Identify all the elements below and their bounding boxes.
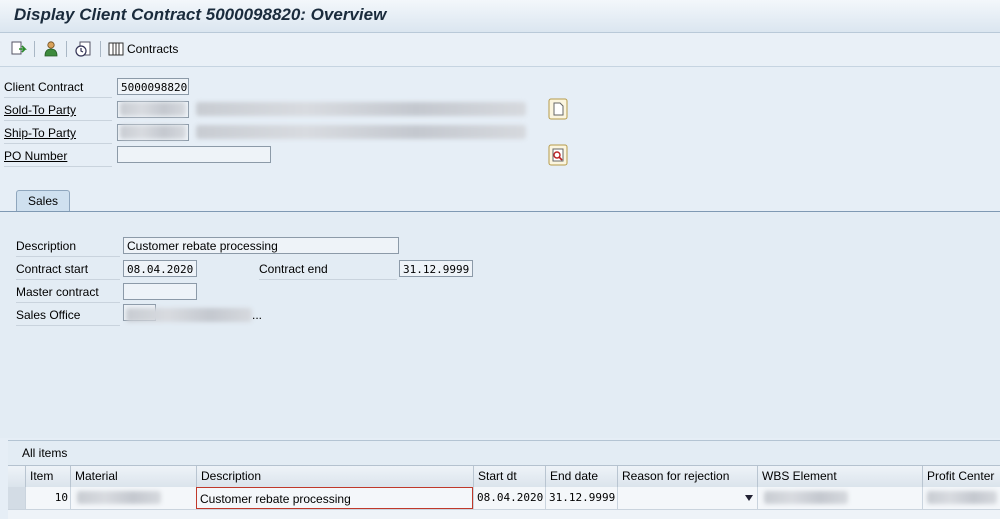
po-details-button[interactable] xyxy=(548,144,568,166)
tab-sales[interactable]: Sales xyxy=(16,190,70,212)
master-contract-label: Master contract xyxy=(16,282,120,303)
table-row[interactable]: 10 Customer rebate processing 08.04.2020… xyxy=(8,487,1000,510)
cell-profit-center[interactable] xyxy=(922,487,1000,509)
col-reason-for-rejection[interactable]: Reason for rejection xyxy=(617,466,757,487)
description-field[interactable]: Customer rebate processing xyxy=(123,237,399,254)
ship-to-party-label[interactable]: Ship-To Party xyxy=(4,123,112,144)
items-table-header: Item Material Description Start dt End d… xyxy=(8,465,1000,488)
col-start-date[interactable]: Start dt xyxy=(473,466,545,487)
redacted-sold-to-id xyxy=(120,102,186,116)
document-switch-icon xyxy=(11,41,27,55)
dropdown-arrow-icon[interactable] xyxy=(745,495,753,501)
other-document-button[interactable] xyxy=(9,39,27,59)
contract-start-label: Contract start xyxy=(16,259,120,280)
col-end-date[interactable]: End date xyxy=(545,466,617,487)
application-toolbar: Contracts xyxy=(0,33,1000,67)
cell-reason-for-rejection[interactable] xyxy=(617,487,757,509)
cell-item[interactable]: 10 xyxy=(25,487,70,509)
page-title: Display Client Contract 5000098820: Over… xyxy=(14,5,387,24)
items-table: All items Item Material Description Star… xyxy=(8,440,1000,519)
col-description[interactable]: Description xyxy=(196,466,473,487)
toolbar-separator xyxy=(34,41,35,57)
toolbar-separator xyxy=(100,41,101,57)
sold-to-details-button[interactable] xyxy=(548,98,568,120)
sold-to-party-label[interactable]: Sold-To Party xyxy=(4,100,112,121)
client-contract-field[interactable]: 5000098820 xyxy=(117,78,189,95)
tab-strip: Sales xyxy=(0,190,1000,212)
po-number-label[interactable]: PO Number xyxy=(4,146,112,167)
client-contract-label: Client Contract xyxy=(4,77,112,98)
cell-description[interactable]: Customer rebate processing xyxy=(196,487,473,509)
redacted-sales-office xyxy=(126,308,252,322)
document-icon xyxy=(548,98,568,120)
redacted-sold-to-name xyxy=(196,102,526,116)
description-label: Description xyxy=(16,236,120,257)
contract-end-field[interactable]: 31.12.9999 xyxy=(399,260,473,277)
table-icon xyxy=(108,42,124,56)
items-table-title: All items xyxy=(22,446,68,460)
contract-end-label: Contract end xyxy=(259,259,397,280)
partner-button[interactable] xyxy=(42,39,60,59)
cell-end-date[interactable]: 31.12.9999 xyxy=(545,487,617,509)
col-profit-center[interactable]: Profit Center xyxy=(922,466,1000,487)
sales-office-label: Sales Office xyxy=(16,305,120,326)
clock-document-icon xyxy=(75,41,91,57)
cell-material[interactable] xyxy=(70,487,196,509)
contracts-button[interactable]: Contracts xyxy=(108,39,178,59)
row-selector-header[interactable] xyxy=(8,466,25,487)
contracts-label: Contracts xyxy=(127,42,179,56)
redacted-ship-to-id xyxy=(120,125,186,139)
title-bar: Display Client Contract 5000098820: Over… xyxy=(0,0,1000,33)
person-icon xyxy=(44,41,58,57)
row-selector[interactable] xyxy=(8,487,25,509)
sales-panel: Description Customer rebate processing C… xyxy=(0,212,1000,438)
contract-start-field[interactable]: 08.04.2020 xyxy=(123,260,197,277)
cell-start-date[interactable]: 08.04.2020 xyxy=(473,487,545,509)
magnifier-document-icon xyxy=(548,144,568,166)
col-item[interactable]: Item xyxy=(25,466,70,487)
toolbar-separator xyxy=(66,41,67,57)
redacted-profit-center xyxy=(927,491,997,504)
redacted-wbs xyxy=(764,491,848,504)
col-material[interactable]: Material xyxy=(70,466,196,487)
master-contract-field[interactable] xyxy=(123,283,197,300)
cell-wbs-element[interactable] xyxy=(757,487,922,509)
col-wbs-element[interactable]: WBS Element xyxy=(757,466,922,487)
redacted-ship-to-name xyxy=(196,125,526,139)
redacted-material xyxy=(77,491,161,504)
po-number-field[interactable] xyxy=(117,146,271,163)
display-doc-flow-button[interactable] xyxy=(74,39,92,59)
sales-office-ellipsis: ... xyxy=(252,308,263,322)
